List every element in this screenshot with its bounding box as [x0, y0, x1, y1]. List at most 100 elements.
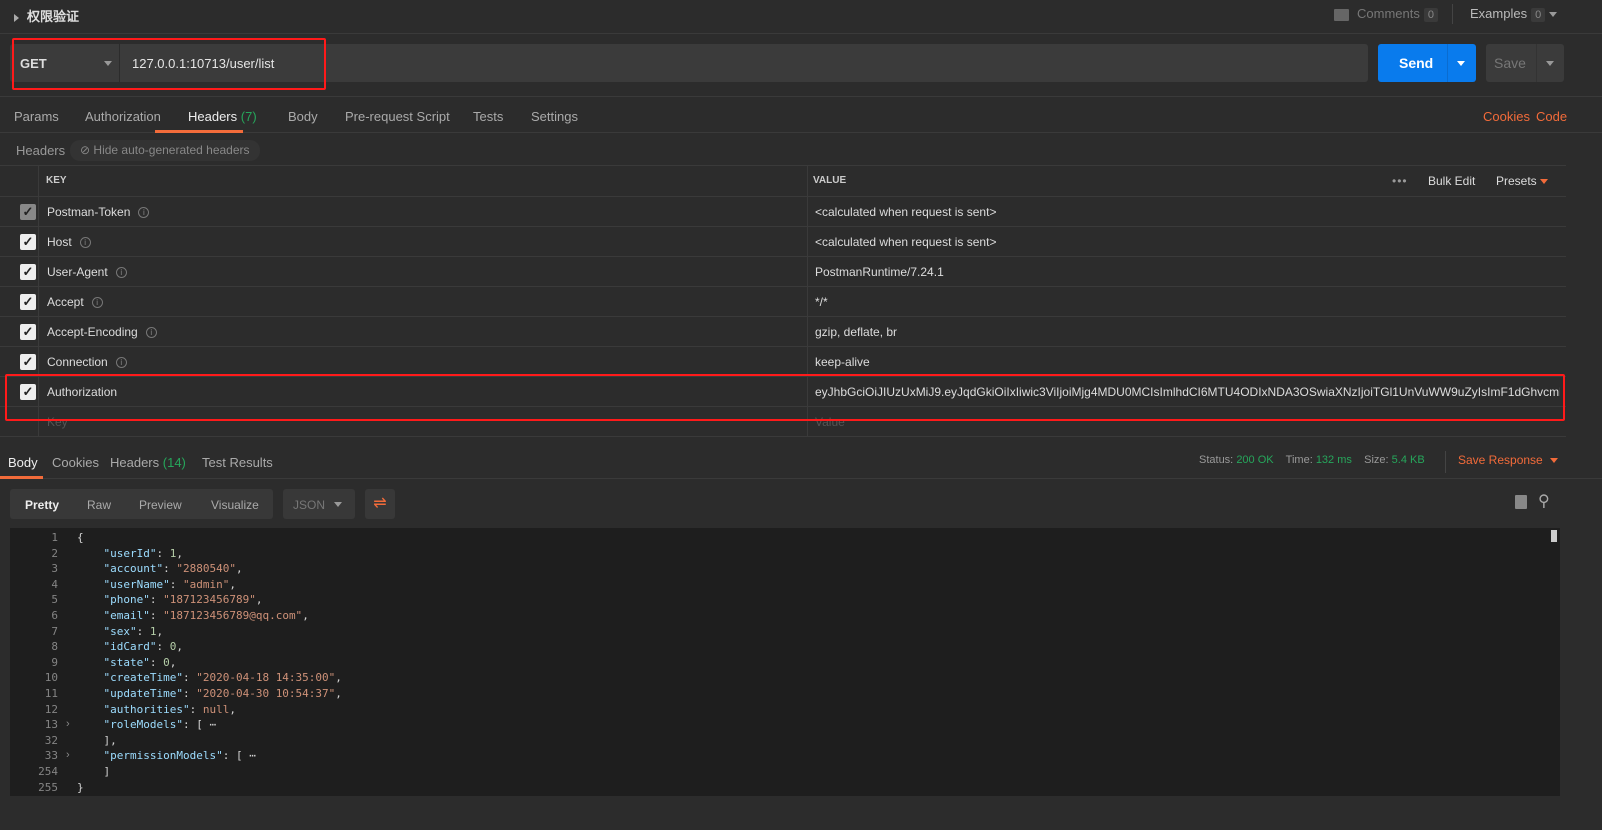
copy-icon[interactable]: [1515, 495, 1527, 509]
highlight-box: [12, 38, 326, 90]
code-line: "email": "187123456789@qq.com",: [77, 609, 309, 622]
header-key[interactable]: Accept i: [47, 287, 103, 317]
save-button[interactable]: Save: [1486, 44, 1564, 82]
line-number: 5: [51, 593, 58, 607]
info-icon[interactable]: i: [145, 327, 157, 339]
line-number: 10: [44, 671, 58, 685]
header-value[interactable]: keep-alive: [815, 347, 1560, 377]
save-options-icon[interactable]: [1546, 61, 1554, 66]
code-line: "userName": "admin",: [77, 577, 236, 591]
checkbox[interactable]: ✓: [20, 204, 36, 220]
info-icon[interactable]: i: [115, 357, 127, 369]
tab-params[interactable]: Params: [14, 109, 59, 124]
line-number: 255: [38, 780, 58, 794]
comment-icon: [1334, 8, 1349, 21]
send-button[interactable]: Send: [1378, 44, 1476, 82]
format-select[interactable]: JSON: [283, 489, 355, 519]
checkbox[interactable]: ✓: [20, 294, 36, 310]
tab-test-results[interactable]: Test Results: [202, 455, 273, 470]
presets-button[interactable]: Presets: [1496, 166, 1549, 196]
fold-chevron-icon[interactable]: ›: [66, 718, 70, 730]
request-title-bar: 权限验证 Comments 0 Examples 0: [0, 0, 1602, 34]
header-value[interactable]: */*: [815, 287, 1560, 317]
bulk-edit-button[interactable]: Bulk Edit: [1428, 166, 1475, 196]
line-number: 13: [44, 718, 58, 732]
header-row: ✓ User-Agent i PostmanRuntime/7.24.1: [0, 257, 1566, 287]
hide-auto-headers-toggle[interactable]: ⊘ Hide auto-generated headers: [70, 140, 260, 161]
line-number: 8: [51, 640, 58, 654]
response-body-editor[interactable]: 1 {2 "userId": 1, 3 "account": "2880540", 4…: [10, 528, 1560, 796]
response-meta: Status: 200 OK Time: 132 ms Size: 5.4 KB: [1199, 454, 1425, 466]
tab-response-body[interactable]: Body: [8, 455, 38, 470]
tab-settings[interactable]: Settings: [531, 109, 578, 124]
status-value: 200 OK: [1236, 454, 1274, 466]
header-row: ✓ Connection i keep-alive: [0, 347, 1566, 377]
tab-response-cookies[interactable]: Cookies: [52, 455, 99, 470]
tab-response-headers[interactable]: Headers (14): [110, 455, 186, 470]
header-value[interactable]: gzip, deflate, br: [815, 317, 1560, 347]
chevron-down-icon: [334, 502, 342, 507]
header-value[interactable]: <calculated when request is sent>: [815, 197, 1560, 227]
divider: [1452, 4, 1453, 24]
checkbox[interactable]: ✓: [20, 324, 36, 340]
scrollbar[interactable]: [1551, 530, 1557, 542]
checkbox[interactable]: ✓: [20, 264, 36, 280]
header-row: ✓ Accept i */*: [0, 287, 1566, 317]
line-number: 4: [51, 577, 58, 591]
line-number: 32: [44, 733, 58, 747]
view-visualize[interactable]: Visualize: [211, 498, 259, 512]
code-link[interactable]: Code: [1536, 109, 1567, 124]
line-number: 9: [51, 655, 58, 669]
size-value: 5.4 KB: [1391, 454, 1425, 466]
cookies-link[interactable]: Cookies: [1483, 109, 1530, 124]
header-value[interactable]: PostmanRuntime/7.24.1: [815, 257, 1560, 287]
view-pretty[interactable]: Pretty: [25, 498, 59, 512]
header-key[interactable]: Connection i: [47, 347, 127, 377]
header-key[interactable]: User-Agent i: [47, 257, 127, 287]
info-icon[interactable]: i: [91, 297, 103, 309]
header-key[interactable]: Host i: [47, 227, 91, 257]
time-value: 132 ms: [1315, 454, 1352, 466]
code-line: "updateTime": "2020-04-30 10:54:37",: [77, 687, 342, 700]
code-line: "state": 0,: [77, 655, 177, 669]
save-response-button[interactable]: Save Response: [1458, 453, 1559, 467]
info-icon[interactable]: i: [138, 207, 150, 219]
code-line: "createTime": "2020-04-18 14:35:00",: [77, 671, 342, 685]
view-preview[interactable]: Preview: [139, 498, 182, 512]
headers-label: Headers: [16, 143, 66, 158]
comments-button[interactable]: Comments 0: [1334, 6, 1438, 22]
tab-body[interactable]: Body: [288, 109, 318, 124]
header-value[interactable]: <calculated when request is sent>: [815, 227, 1560, 257]
caret-right-icon: [14, 13, 19, 22]
tab-tests[interactable]: Tests: [473, 109, 503, 124]
info-icon[interactable]: i: [79, 237, 91, 249]
examples-button[interactable]: Examples 0: [1470, 6, 1557, 22]
checkbox[interactable]: ✓: [20, 234, 36, 250]
tab-authorization[interactable]: Authorization: [85, 109, 161, 124]
search-icon[interactable]: ⚲: [1538, 491, 1550, 511]
wrap-lines-icon[interactable]: ⇌: [365, 489, 395, 519]
fold-chevron-icon[interactable]: ›: [66, 749, 70, 761]
code-line: "authorities": null,: [77, 702, 236, 716]
more-options-icon[interactable]: •••: [1392, 166, 1408, 196]
header-key[interactable]: Postman-Token i: [47, 197, 150, 227]
checkbox[interactable]: ✓: [20, 354, 36, 370]
code-line: "roleModels": [ ⋯: [77, 718, 217, 732]
header-key[interactable]: Accept-Encoding i: [47, 317, 157, 347]
code-line: }: [77, 780, 84, 794]
code-line: ]: [77, 765, 111, 778]
code-line: "userId": 1,: [77, 546, 183, 560]
code-line: "permissionModels": [ ⋯: [77, 749, 256, 763]
code-line: "account": "2880540",: [77, 562, 243, 576]
code-line: "idCard": 0,: [77, 640, 183, 654]
info-icon[interactable]: i: [115, 267, 127, 279]
code-line: "phone": "187123456789",: [77, 593, 263, 607]
request-title[interactable]: 权限验证: [14, 6, 79, 25]
header-row: ✓ Postman-Token i <calculated when request …: [0, 197, 1566, 227]
send-options-icon[interactable]: [1457, 61, 1465, 66]
tab-headers[interactable]: Headers (7): [188, 109, 257, 124]
tab-pre-request-script[interactable]: Pre-request Script: [345, 109, 450, 124]
eye-off-icon: ⊘: [80, 143, 91, 157]
view-raw[interactable]: Raw: [87, 498, 111, 512]
highlight-box: [5, 374, 1565, 421]
